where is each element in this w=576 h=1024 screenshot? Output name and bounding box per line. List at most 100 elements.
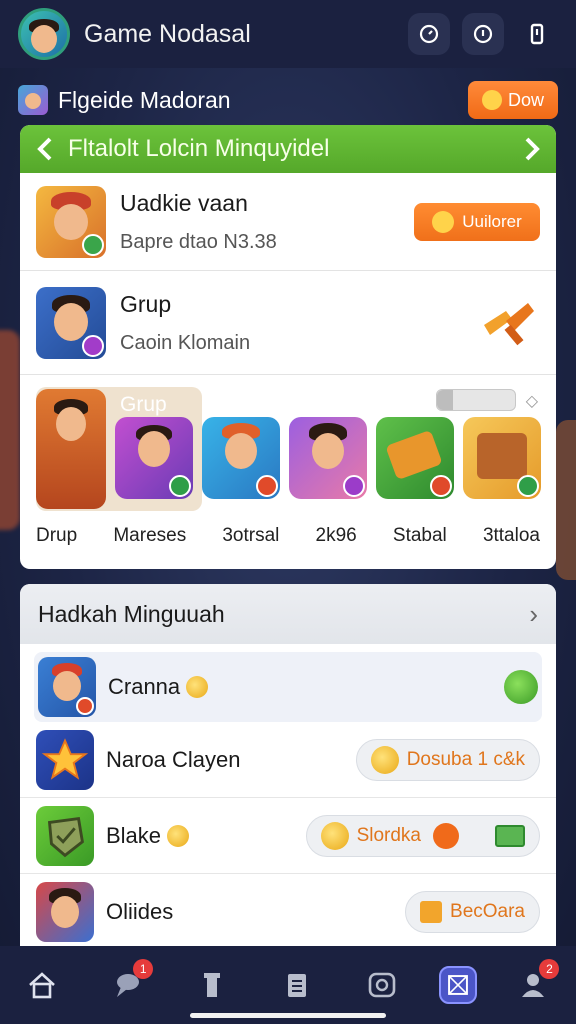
phone-button[interactable] [516,13,558,55]
reward-label: BecOara [450,901,525,922]
star-icon [41,737,89,780]
thumb-face [54,203,88,240]
ticket-icon [495,824,525,847]
featured-card: Fltalolt Lolcin Minquyidel Uadkie vaan B… [20,125,556,569]
leaderboard-card: Hadkah Minguuah › Cranna Naroa Clayen Do… [20,584,556,964]
nav-tower[interactable] [184,957,240,1013]
featured-title: Fltalolt Lolcin Minquyidel [68,135,330,162]
nav-clock[interactable] [354,957,410,1013]
featured-row[interactable]: Grup Caoin Klomain [20,271,556,375]
leaderboard-header[interactable]: Hadkah Minguuah › [20,584,556,644]
shield-icon [47,816,84,857]
map-icon [447,975,468,995]
info-button[interactable] [462,13,504,55]
player-name: Oliides [106,899,174,924]
nav-document[interactable] [269,957,325,1013]
gallery-tiles [36,389,541,537]
forward-chevron-icon[interactable] [522,136,542,162]
nav-map[interactable] [438,966,477,1004]
row-subtitle: Bapre dtao N3.38 [120,230,277,253]
hammer-icon[interactable] [476,295,540,351]
avatar-face [53,671,81,701]
gallery-label: 3otrsal [222,525,280,546]
phone-icon [530,23,544,45]
smile-icon [432,210,455,233]
subheader: Flgeide Madoran Dow [18,78,558,122]
notification-badge: 1 [133,959,154,979]
home-indicator [190,1013,386,1018]
list-item[interactable]: Cranna [34,652,542,722]
reward-pill[interactable]: BecOara [405,891,540,933]
reward-pill[interactable]: Dosuba 1 c&k [355,738,540,781]
profile-avatar[interactable] [18,8,70,60]
player-name: Naroa Clayen [106,746,241,772]
tile-face [312,433,344,469]
info-icon [473,24,493,44]
gallery-labels: Drup Mareses 3otrsal 2k96 Stabal 3ttaloa [36,525,540,547]
featured-header: Fltalolt Lolcin Minquyidel [20,125,556,173]
gallery-toggle[interactable] [436,389,516,411]
tile-hammer [385,429,443,481]
tile-badge [169,475,191,497]
status-ball-icon [504,670,538,704]
background-glow-right [556,420,576,580]
gallery-tile[interactable] [376,417,454,499]
row-action-button[interactable]: Uuilorer [414,202,540,241]
list-item[interactable]: Blake Slordka [20,798,556,874]
reward-pill[interactable]: Slordka [305,814,540,857]
row-action-label: Uuilorer [462,211,522,231]
gallery-tile[interactable] [115,417,193,499]
download-button-label: Dow [507,89,544,110]
chevron-right-icon[interactable]: › [529,599,538,630]
player-name: Blake [106,822,162,848]
shield-avatar [36,805,94,866]
search-icon [419,24,439,44]
gallery-tile[interactable] [463,417,541,499]
player-avatar [36,882,94,942]
star-avatar [36,729,94,790]
game-gallery: Grup ◇ Drup Mareses 3otrsal 2k96 Stabal … [20,375,556,569]
app-title: Game Nodasal [84,19,251,48]
avatar-face [51,896,79,928]
gallery-label: Stabal [392,525,447,546]
top-bar: Game Nodasal [0,0,576,68]
gallery-title: Grup [120,393,167,416]
gallery-label: 2k96 [315,525,357,546]
tile-badge [517,475,539,497]
row-subtitle: Caoin Klomain [120,331,251,354]
nav-profile[interactable]: 2 [505,957,561,1013]
list-item[interactable]: Naroa Clayen Dosuba 1 c&k [20,722,556,798]
game-thumbnail [36,185,106,258]
home-icon [29,972,56,999]
nav-home[interactable] [14,957,70,1013]
download-button[interactable]: Dow [468,81,558,119]
tile-face [56,407,86,441]
gallery-tile[interactable] [36,389,106,509]
avatar-face [31,25,57,53]
gallery-label: Drup [36,525,78,546]
gallery-tile[interactable] [289,417,367,499]
chevron-right-icon[interactable]: ◇ [526,391,538,411]
list-item[interactable]: Oliides BecOara [20,874,556,950]
avatar-badge [76,697,94,715]
leaderboard-title: Hadkah Minguuah [38,600,225,627]
tower-icon [204,973,221,997]
gift-icon [420,901,443,923]
clock-icon [368,972,396,998]
subheader-avatar [18,85,48,115]
search-button[interactable] [408,13,450,55]
coin-icon [167,824,190,847]
tile-chest [477,433,527,479]
back-chevron-icon[interactable] [34,136,56,162]
tile-badge [256,475,278,497]
gallery-label: 3ttaloa [482,525,540,546]
featured-row[interactable]: Uadkie vaan Bapre dtao N3.38 Uuilorer [20,173,556,271]
orange-gem-icon [433,822,459,849]
nav-chat[interactable]: 1 [99,957,155,1013]
tile-badge [430,475,452,497]
notification-badge: 2 [539,959,560,979]
coin-icon [186,676,209,698]
gallery-tile[interactable] [202,417,280,499]
reward-label: Dosuba 1 c&k [406,748,525,770]
smile-icon [481,90,502,110]
